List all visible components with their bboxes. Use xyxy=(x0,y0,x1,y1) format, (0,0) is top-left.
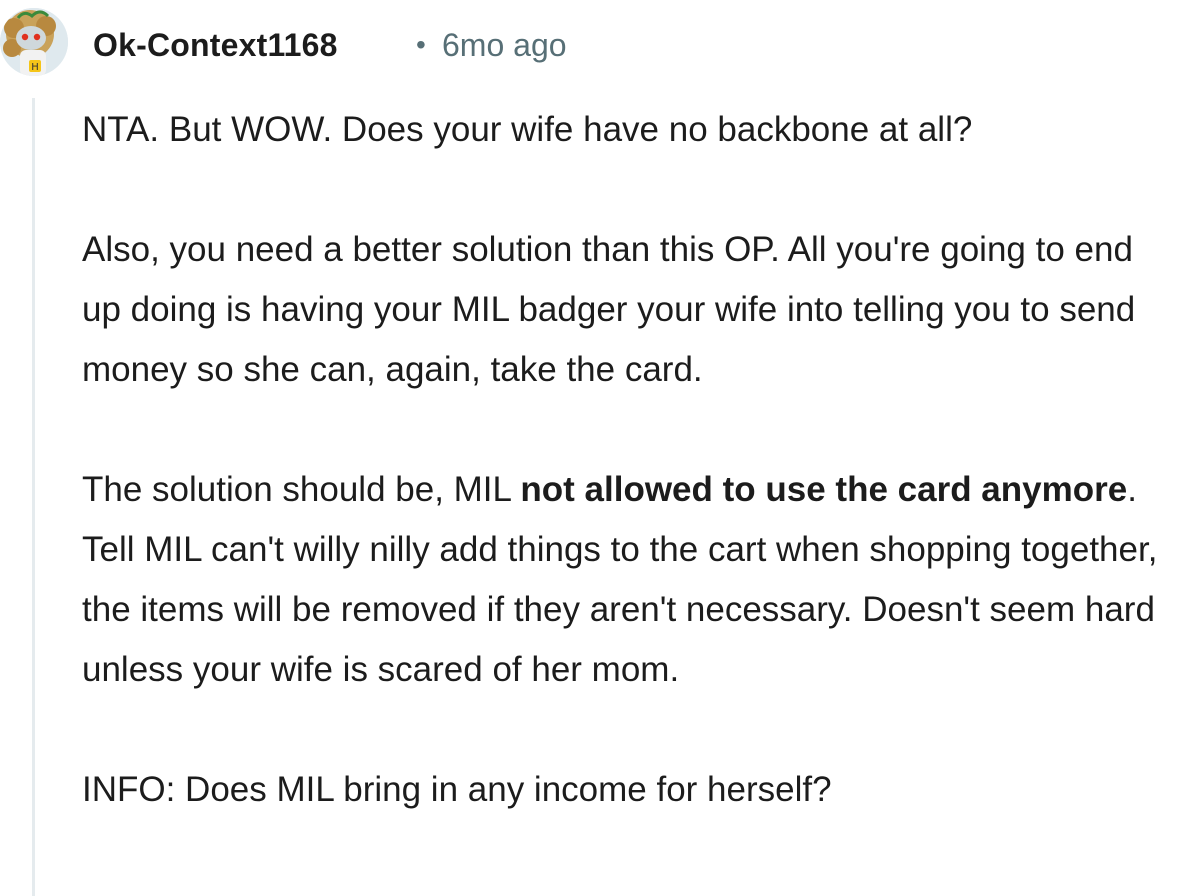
comment-paragraph: Also, you need a better solution than th… xyxy=(82,230,1136,389)
comment-paragraph: The solution should be, MIL not allowed … xyxy=(82,460,1174,700)
comment-header: H Ok-Context1168 • 6mo ago xyxy=(0,0,1180,90)
snoo-avatar-icon[interactable]: H xyxy=(0,8,68,76)
meta-separator: • xyxy=(416,29,426,60)
svg-text:H: H xyxy=(31,62,39,73)
comment-timestamp[interactable]: 6mo ago xyxy=(442,25,567,65)
bold-text: not allowed to use the card anymore xyxy=(520,470,1128,509)
comment-paragraph: NTA. But WOW. Does your wife have no bac… xyxy=(82,110,973,149)
comment-author[interactable]: Ok-Context1168 xyxy=(93,25,338,65)
thread-line[interactable] xyxy=(32,98,35,896)
comment-body: NTA. But WOW. Does your wife have no bac… xyxy=(82,100,1174,880)
comment-paragraph: INFO: Does MIL bring in any income for h… xyxy=(82,770,832,809)
paragraph-text: The solution should be, MIL xyxy=(82,470,521,509)
